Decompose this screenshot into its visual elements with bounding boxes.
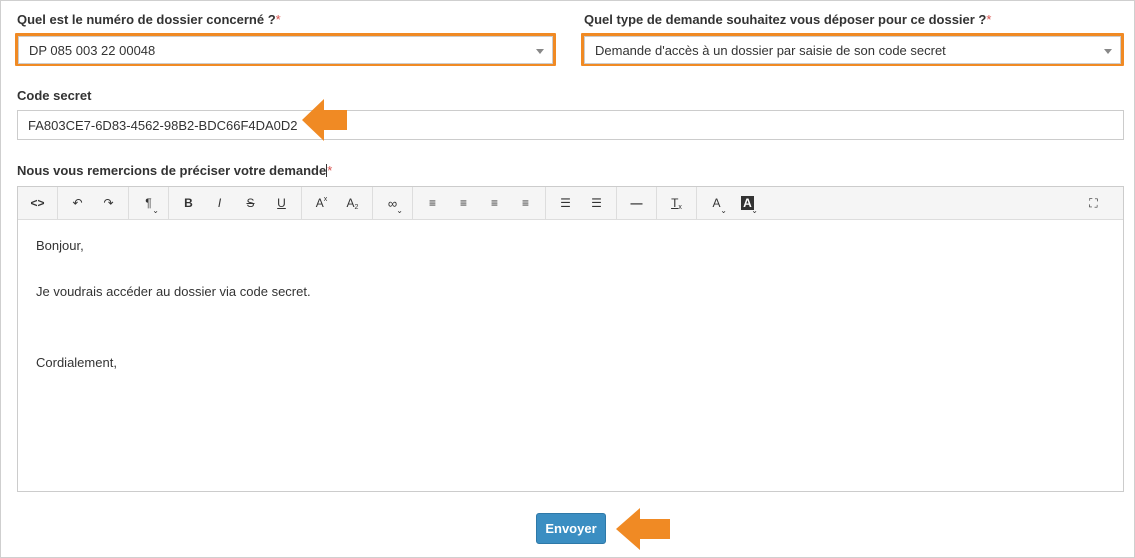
submit-button[interactable]: Envoyer: [536, 513, 606, 544]
subscript-button[interactable]: A2: [337, 187, 368, 220]
underline-button[interactable]: U: [266, 187, 297, 220]
rich-text-editor[interactable]: <> ↶ ↷ ¶ ⌄ B I S U Ax A2 ∞ ⌄ ≡ ≡ ≡ ≡ ☰ ☰…: [17, 186, 1124, 492]
editor-toolbar: <> ↶ ↷ ¶ ⌄ B I S U Ax A2 ∞ ⌄ ≡ ≡ ≡ ≡ ☰ ☰…: [18, 187, 1123, 220]
link-button[interactable]: ∞ ⌄: [377, 187, 408, 220]
arrow-left-icon: [302, 99, 347, 141]
subscript-icon: A: [346, 196, 355, 210]
justify-icon: ≡: [521, 196, 529, 210]
paragraph-icon: ¶: [145, 196, 152, 210]
bullet-list-icon: ☰: [560, 196, 571, 210]
editor-paragraph: Cordialement,: [36, 355, 117, 370]
chevron-down-icon: ⌄: [720, 205, 727, 215]
chevron-down-icon: [536, 49, 544, 54]
bold-button[interactable]: B: [173, 187, 204, 220]
dossier-select[interactable]: DP 085 003 22 00048: [18, 36, 553, 64]
superscript-icon: A: [315, 196, 324, 210]
underline-icon: U: [277, 196, 286, 210]
arrow-left-icon: [616, 508, 670, 550]
type-label: Quel type de demande souhaitez vous dépo…: [584, 12, 992, 27]
numbered-list-icon: ☰: [591, 196, 602, 210]
secret-input-value: FA803CE7-6D83-4562-98B2-BDC66F4DA0D2: [28, 117, 298, 133]
editor-blank-line: [36, 254, 1105, 284]
align-left-icon: ≡: [428, 196, 436, 210]
redo-button[interactable]: ↷: [93, 187, 124, 220]
undo-button[interactable]: ↶: [62, 187, 93, 220]
align-left-button[interactable]: ≡: [417, 187, 448, 220]
redo-icon: ↷: [103, 196, 114, 210]
undo-icon: ↶: [72, 196, 83, 210]
paragraph-format-button[interactable]: ¶ ⌄: [133, 187, 164, 220]
fullscreen-icon: ⛶: [1089, 196, 1098, 210]
code-icon: <>: [30, 196, 45, 210]
italic-icon: I: [217, 196, 222, 210]
required-mark: *: [986, 12, 992, 27]
chevron-down-icon: [1104, 49, 1112, 54]
italic-button[interactable]: I: [204, 187, 235, 220]
subscript-mark: 2: [354, 203, 359, 211]
editor-paragraph: Je voudrais accéder au dossier via code …: [36, 284, 311, 299]
demande-label: Nous vous remercions de préciser votre d…: [17, 163, 333, 178]
editor-blank-line: [36, 300, 1105, 355]
background-color-button[interactable]: A ⌄: [732, 187, 763, 220]
align-right-icon: ≡: [490, 196, 498, 210]
superscript-mark: x: [323, 195, 328, 203]
chevron-down-icon: ⌄: [152, 205, 159, 215]
align-right-button[interactable]: ≡: [479, 187, 510, 220]
type-select-value: Demande d'accès à un dossier par saisie …: [595, 42, 946, 58]
code-view-button[interactable]: <>: [22, 187, 53, 220]
secret-input[interactable]: FA803CE7-6D83-4562-98B2-BDC66F4DA0D2: [17, 110, 1124, 140]
bullet-list-button[interactable]: ☰: [550, 187, 581, 220]
type-select[interactable]: Demande d'accès à un dossier par saisie …: [584, 36, 1121, 64]
strikethrough-button[interactable]: S: [235, 187, 266, 220]
editor-paragraph: Bonjour,: [36, 238, 84, 253]
secret-label: Code secret: [17, 88, 92, 103]
fullscreen-button[interactable]: ⛶: [1078, 187, 1109, 220]
clear-format-button[interactable]: Tx: [661, 187, 692, 220]
clear-format-mark: x: [678, 203, 682, 211]
dossier-label: Quel est le numéro de dossier concerné ?…: [17, 12, 281, 27]
horizontal-rule-button[interactable]: —: [621, 187, 652, 220]
required-mark: *: [275, 12, 281, 27]
font-color-icon: A: [712, 196, 721, 210]
superscript-button[interactable]: Ax: [306, 187, 337, 220]
numbered-list-button[interactable]: ☰: [581, 187, 612, 220]
required-mark: *: [327, 163, 333, 178]
font-color-button[interactable]: A ⌄: [701, 187, 732, 220]
chevron-down-icon: ⌄: [751, 205, 758, 215]
clear-format-icon: T: [671, 196, 679, 210]
strikethrough-icon: S: [246, 196, 255, 210]
align-center-icon: ≡: [459, 196, 467, 210]
bold-icon: B: [184, 196, 193, 210]
horizontal-rule-icon: —: [630, 196, 643, 210]
justify-button[interactable]: ≡: [510, 187, 541, 220]
chevron-down-icon: ⌄: [396, 205, 403, 215]
dossier-select-value: DP 085 003 22 00048: [29, 42, 156, 58]
align-center-button[interactable]: ≡: [448, 187, 479, 220]
editor-content[interactable]: Bonjour, Je voudrais accéder au dossier …: [18, 220, 1123, 389]
